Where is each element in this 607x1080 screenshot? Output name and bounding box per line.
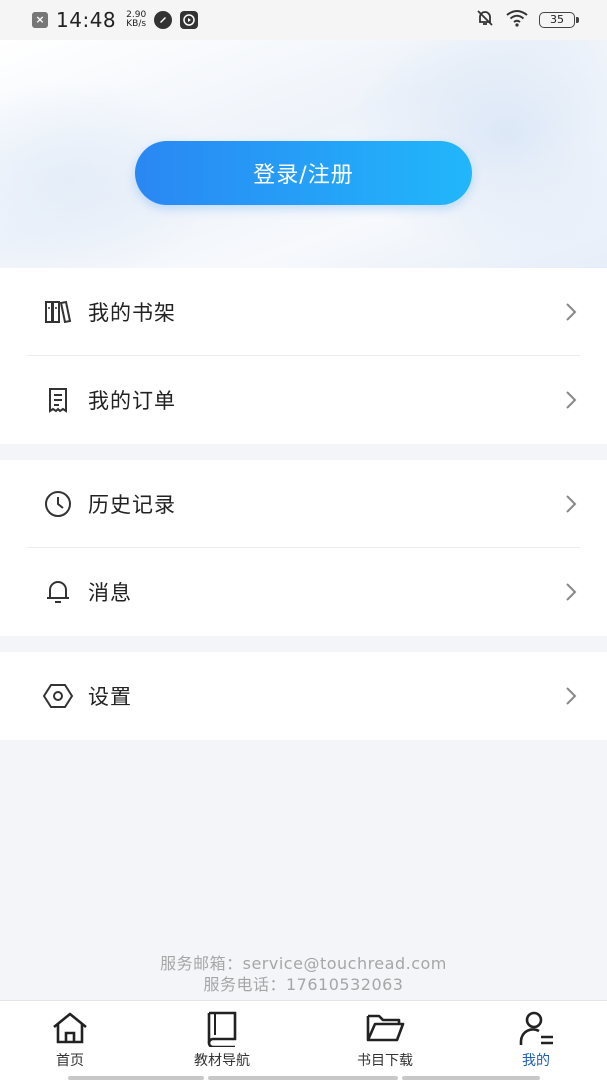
contact-info: 服务邮箱：service@touchread.com 服务电话：17610532… bbox=[0, 953, 607, 995]
nav-label: 书目下载 bbox=[357, 1053, 413, 1069]
service-email: 服务邮箱：service@touchread.com bbox=[160, 954, 447, 973]
profile-header: 登录/注册 bbox=[0, 40, 607, 268]
gesture-bar bbox=[208, 1076, 398, 1080]
wifi-icon bbox=[505, 9, 529, 32]
menu-label: 我的订单 bbox=[88, 389, 176, 413]
nav-tab-textbooks[interactable]: 教材导航 bbox=[176, 1001, 268, 1077]
chevron-right-icon bbox=[561, 686, 581, 706]
menu-item-messages[interactable]: 消息 bbox=[0, 548, 607, 636]
menu-group-library: 我的书架 我的订单 bbox=[0, 268, 607, 444]
chevron-right-icon bbox=[561, 302, 581, 322]
status-time: 14:48 bbox=[56, 8, 117, 32]
battery-indicator: 35 bbox=[539, 12, 579, 28]
order-icon bbox=[42, 384, 74, 416]
user-icon bbox=[516, 1008, 556, 1048]
app-notification-icon bbox=[154, 11, 173, 29]
nav-label: 教材导航 bbox=[194, 1053, 250, 1069]
menu-label: 历史记录 bbox=[88, 493, 176, 517]
mute-bell-icon bbox=[475, 8, 495, 33]
bookshelf-icon bbox=[42, 296, 74, 328]
network-speed: 2.90 KB/s bbox=[126, 11, 146, 29]
menu-label: 消息 bbox=[88, 581, 132, 605]
chevron-right-icon bbox=[561, 494, 581, 514]
chevron-right-icon bbox=[561, 390, 581, 410]
notification-x-icon: × bbox=[32, 12, 48, 28]
nav-tab-home[interactable]: 首页 bbox=[30, 1001, 110, 1077]
menu-group-activity: 历史记录 消息 bbox=[0, 460, 607, 636]
menu-item-history[interactable]: 历史记录 bbox=[0, 460, 607, 548]
status-bar: × 14:48 2.90 KB/s 35 bbox=[0, 0, 607, 40]
chevron-right-icon bbox=[561, 582, 581, 602]
video-notification-icon bbox=[180, 11, 199, 29]
nav-label: 首页 bbox=[56, 1053, 84, 1069]
bottom-navigation: 首页 教材导航 书目下载 我的 bbox=[0, 1000, 607, 1080]
menu-item-bookshelf[interactable]: 我的书架 bbox=[0, 268, 607, 356]
speed-unit: KB/s bbox=[126, 19, 147, 29]
nav-tab-downloads[interactable]: 书目下载 bbox=[339, 1001, 431, 1077]
menu-group-settings: 设置 bbox=[0, 652, 607, 740]
login-register-button[interactable]: 登录/注册 bbox=[135, 141, 472, 205]
bell-icon bbox=[42, 576, 74, 608]
gesture-bar bbox=[402, 1076, 540, 1080]
menu-item-orders[interactable]: 我的订单 bbox=[0, 356, 607, 444]
nav-label: 我的 bbox=[522, 1053, 550, 1069]
clock-icon bbox=[42, 488, 74, 520]
gesture-bar bbox=[68, 1076, 204, 1080]
book-icon bbox=[202, 1008, 242, 1048]
menu-item-settings[interactable]: 设置 bbox=[0, 652, 607, 740]
menu-label: 我的书架 bbox=[88, 301, 176, 325]
settings-icon bbox=[42, 680, 74, 712]
service-phone: 服务电话：17610532063 bbox=[203, 975, 404, 994]
menu-label: 设置 bbox=[88, 685, 132, 709]
nav-tab-mine[interactable]: 我的 bbox=[496, 1001, 576, 1077]
folder-icon bbox=[365, 1008, 405, 1048]
home-icon bbox=[50, 1008, 90, 1048]
